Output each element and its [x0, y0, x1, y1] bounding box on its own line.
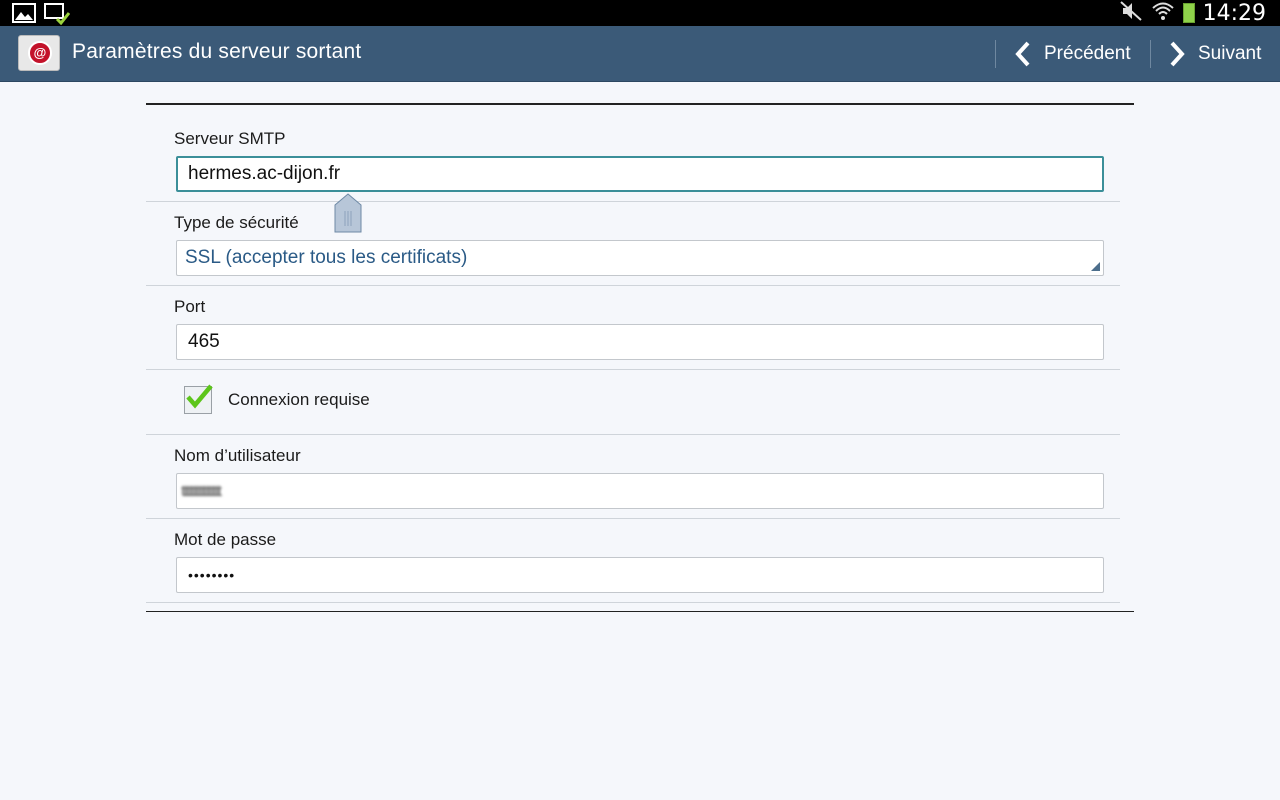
- outgoing-server-form: Serveur SMTP hermes.ac-dijon.fr Type de …: [146, 103, 1134, 612]
- security-row: Type de sécurité SSL (accepter tous les …: [146, 201, 1120, 286]
- login-required-label: Connexion requise: [228, 390, 370, 409]
- wifi-icon: [1151, 0, 1175, 27]
- previous-button[interactable]: Précédent: [1012, 34, 1131, 74]
- security-type-select[interactable]: SSL (accepter tous les certificats): [176, 240, 1104, 276]
- text-cursor-handle[interactable]: [334, 193, 362, 233]
- port-input[interactable]: 465: [176, 324, 1104, 360]
- username-row: Nom d’utilisateur tttttttttttttttt: [146, 434, 1120, 519]
- port-label: Port: [174, 297, 206, 316]
- email-app-icon[interactable]: @: [18, 35, 60, 71]
- security-type-value: SSL (accepter tous les certificats): [185, 247, 468, 268]
- chevron-left-icon: [1012, 40, 1034, 68]
- password-input[interactable]: ••••••••: [176, 557, 1104, 593]
- chevron-right-icon: [1166, 40, 1188, 68]
- login-required-checkbox[interactable]: [184, 384, 213, 414]
- smtp-row: Serveur SMTP hermes.ac-dijon.fr: [146, 105, 1120, 202]
- checkmark-icon: [186, 384, 213, 409]
- username-input[interactable]: tttttttttttttttt: [176, 473, 1104, 509]
- login-required-row[interactable]: Connexion requise: [146, 369, 1120, 435]
- port-row: Port 465: [146, 285, 1120, 370]
- status-bar: 14:29: [0, 0, 1280, 26]
- previous-label: Précédent: [1044, 43, 1131, 64]
- security-label: Type de sécurité: [174, 213, 299, 232]
- next-button[interactable]: Suivant: [1166, 34, 1261, 74]
- status-clock: 14:29: [1202, 0, 1266, 26]
- password-label: Mot de passe: [174, 530, 277, 549]
- dropdown-corner-icon: [1091, 262, 1100, 271]
- action-divider: [1150, 40, 1151, 68]
- page-title: Paramètres du serveur sortant: [72, 40, 362, 63]
- action-divider: [995, 40, 996, 68]
- mute-icon: [1119, 0, 1143, 27]
- action-bar: @ Paramètres du serveur sortant Précéden…: [0, 26, 1280, 82]
- password-row: Mot de passe ••••••••: [146, 518, 1120, 603]
- username-label: Nom d’utilisateur: [174, 446, 301, 465]
- smtp-label: Serveur SMTP: [174, 129, 286, 148]
- battery-icon: [1182, 3, 1195, 23]
- next-label: Suivant: [1198, 43, 1262, 64]
- username-value: tttttttttttttttt: [181, 483, 222, 500]
- smtp-server-input[interactable]: hermes.ac-dijon.fr: [176, 156, 1104, 192]
